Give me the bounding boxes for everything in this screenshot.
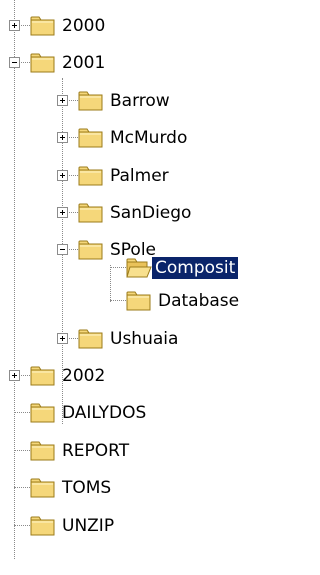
tree-item-2002[interactable]: 2002 — [0, 361, 279, 391]
expand-toggle-icon[interactable] — [9, 20, 20, 31]
tree-item-database[interactable]: Database — [0, 286, 279, 316]
tree-item-dailydos[interactable]: DAILYDOS — [0, 398, 279, 428]
tree-item-label: McMurdo — [110, 128, 188, 148]
tree-item-label: 2001 — [62, 53, 106, 73]
tree-item-unzip[interactable]: UNZIP — [0, 511, 279, 541]
expand-toggle-icon[interactable] — [57, 207, 68, 218]
expand-toggle-icon[interactable] — [57, 170, 68, 181]
tree-item-label: TOMS — [62, 478, 112, 498]
folder-closed-icon — [78, 329, 103, 349]
folder-closed-icon — [78, 128, 103, 148]
tree-item-label: 2000 — [62, 16, 106, 36]
collapse-toggle-icon[interactable] — [9, 57, 20, 68]
tree-item-mcmurdo[interactable]: McMurdo — [0, 123, 279, 153]
folder-closed-icon — [30, 53, 55, 73]
tree-item-label: Database — [158, 291, 240, 311]
folder-closed-icon — [30, 16, 55, 36]
tree-item-label: Palmer — [110, 166, 169, 186]
folder-closed-icon — [78, 203, 103, 223]
tree-item-label: REPORT — [62, 441, 130, 461]
folder-closed-icon — [126, 291, 151, 311]
tree-item-report[interactable]: REPORT — [0, 436, 279, 466]
folder-closed-icon — [78, 91, 103, 111]
tree-item-ushuaia[interactable]: Ushuaia — [0, 324, 279, 354]
folder-closed-icon — [30, 403, 55, 423]
tree-item-label: DAILYDOS — [62, 403, 147, 423]
tree-item-2000[interactable]: 2000 — [0, 11, 279, 41]
tree-item-palmer[interactable]: Palmer — [0, 161, 279, 191]
tree-item-sandiego[interactable]: SanDiego — [0, 198, 279, 228]
tree-item-label: Barrow — [110, 91, 170, 111]
tree-item-2001[interactable]: 2001 — [0, 48, 279, 78]
expand-toggle-icon[interactable] — [57, 95, 68, 106]
expand-toggle-icon[interactable] — [57, 132, 68, 143]
tree-item-barrow[interactable]: Barrow — [0, 86, 279, 116]
tree-item-label: SanDiego — [110, 203, 192, 223]
expand-toggle-icon[interactable] — [57, 333, 68, 344]
folder-open-icon — [126, 258, 152, 278]
tree-item-toms[interactable]: TOMS — [0, 473, 279, 503]
tree-item-label: Ushuaia — [110, 329, 179, 349]
tree-item-label: UNZIP — [62, 516, 115, 536]
tree-item-label: Composit — [152, 257, 239, 279]
expand-toggle-icon[interactable] — [9, 370, 20, 381]
folder-tree: 2000 2001 Barrow McMurdo Palmer SanDiego… — [0, 0, 279, 575]
folder-closed-icon — [30, 478, 55, 498]
folder-closed-icon — [30, 366, 55, 386]
folder-closed-icon — [78, 166, 103, 186]
tree-item-label: 2002 — [62, 366, 106, 386]
folder-closed-icon — [30, 441, 55, 461]
tree-item-composit[interactable]: Composit — [0, 253, 279, 283]
folder-closed-icon — [30, 516, 55, 536]
